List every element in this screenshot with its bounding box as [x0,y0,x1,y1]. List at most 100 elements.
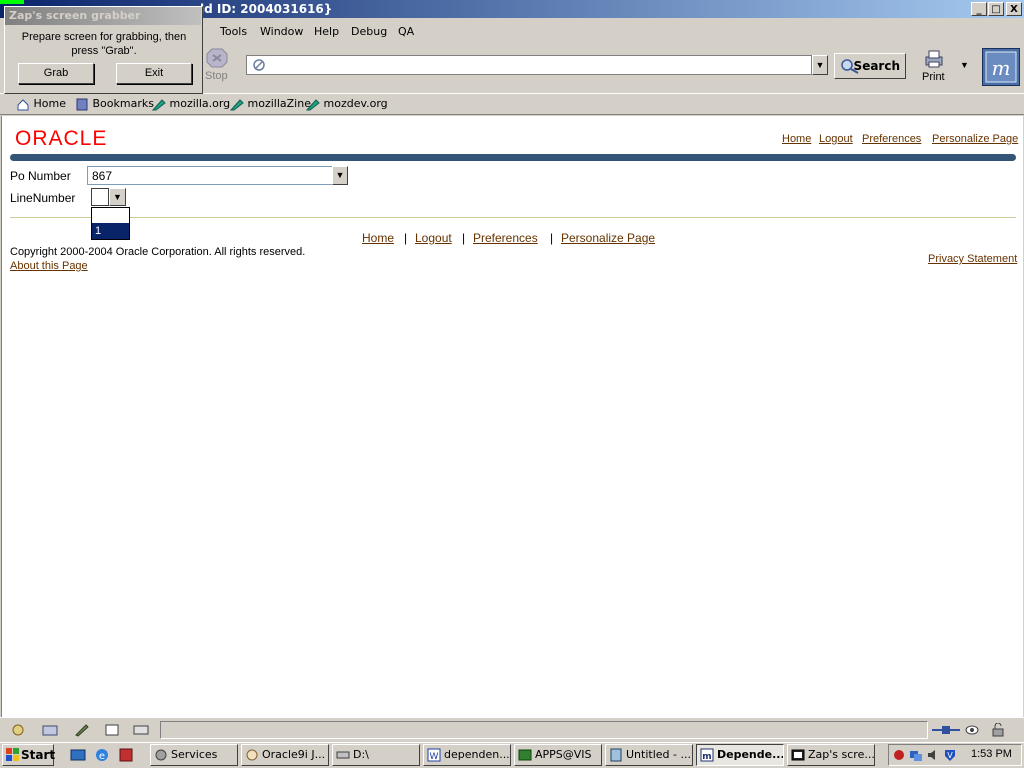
exit-button[interactable]: Exit [116,63,192,84]
online-status-icon[interactable] [932,723,960,737]
task-label: Depende... [717,748,784,761]
start-label: Start [21,748,56,762]
line-number-label: LineNumber [10,191,76,205]
task-d-drive[interactable]: D:\ [332,744,420,766]
notepad-icon [609,748,623,765]
address-book-icon[interactable] [104,723,120,737]
global-link-logout[interactable]: Logout [819,133,853,145]
task-label: D:\ [353,748,369,761]
internet-explorer-icon[interactable]: e [94,748,110,762]
bookmark-icon [305,97,320,111]
task-label: dependen... [444,748,510,761]
task-untitled[interactable]: Untitled - ... [605,744,693,766]
header-band [10,154,1016,161]
menu-debug[interactable]: Debug [351,25,387,38]
tray-app-icon[interactable] [892,748,906,765]
status-text-field [160,721,928,739]
maximize-button[interactable]: □ [988,2,1004,16]
print-icon[interactable] [922,48,946,70]
search-button[interactable]: Search [834,53,906,79]
bookmark-home-label: Home [33,97,66,110]
footer-separator: | [462,231,466,245]
quick-launch-app-icon[interactable] [118,748,134,762]
bookmark-mozdev-org[interactable]: mozdev.org [305,97,388,111]
show-desktop-icon[interactable] [70,748,86,762]
svg-text:e: e [99,751,105,762]
sqlplus-icon [518,748,532,765]
task-dependen[interactable]: W dependen... [423,744,511,766]
antivirus-icon[interactable]: V [943,748,957,765]
task-zaps-screen[interactable]: Zap's scre... [787,744,875,766]
chatzilla-icon[interactable] [133,723,149,737]
security-lock-icon[interactable] [990,722,1006,737]
volume-icon[interactable] [926,748,940,765]
minimize-button[interactable]: _ [971,2,987,16]
task-label: APPS@VIS [535,748,592,761]
clock[interactable]: 1:53 PM [971,748,1012,760]
task-label: Untitled - ... [626,748,691,761]
bookmark-mozilla-org-label: mozilla.org [169,97,231,110]
menu-qa[interactable]: QA [398,25,414,38]
menu-help[interactable]: Help [314,25,339,38]
copyright-text: Copyright 2000-2004 Oracle Corporation. … [10,246,306,258]
close-button[interactable]: X [1006,2,1022,16]
po-number-dropdown-button[interactable]: ▼ [332,166,348,185]
search-icon [839,58,861,82]
print-dropdown-icon[interactable]: ▼ [960,60,969,70]
network-icon[interactable] [909,748,923,765]
navigator-icon[interactable] [10,723,26,737]
footer-link-personalize-page[interactable]: Personalize Page [561,231,655,245]
stop-icon[interactable] [205,47,229,69]
bookmark-mozillazine[interactable]: mozillaZine [229,97,311,111]
url-dropdown-button[interactable]: ▼ [812,55,828,75]
task-services[interactable]: Services [150,744,238,766]
footer-link-home[interactable]: Home [362,231,394,245]
task-depende-active[interactable]: m Depende... [696,744,784,766]
bookmark-bookmarks[interactable]: Bookmarks [75,97,154,111]
po-number-value: 867 [92,169,113,183]
global-link-preferences[interactable]: Preferences [862,133,921,145]
content-divider [10,217,1016,218]
screen-grabber-icon [791,748,805,765]
system-tray: V 1:53 PM [888,744,1022,766]
privacy-statement-link[interactable]: Privacy Statement [928,253,1017,265]
url-input[interactable] [246,55,812,75]
drive-icon [336,748,350,765]
po-number-select[interactable]: 867 [87,166,333,185]
task-label: Zap's scre... [808,748,875,761]
grab-button[interactable]: Grab [18,63,94,84]
line-number-option-empty[interactable] [92,208,129,223]
cookie-icon[interactable] [964,723,980,737]
footer-separator: | [550,231,554,245]
page-content [1,116,1023,717]
bookmark-icon [151,97,166,111]
page-proxy-icon[interactable] [252,58,266,75]
line-number-select[interactable] [91,188,109,206]
task-label: Services [171,748,218,761]
word-icon: W [427,748,441,765]
dialog-title[interactable]: Zap's screen grabber [5,7,201,25]
bookmark-mozdev-org-label: mozdev.org [323,97,388,110]
footer-link-logout[interactable]: Logout [415,231,452,245]
throbber-icon[interactable]: m [982,48,1020,86]
task-apps-vis[interactable]: APPS@VIS [514,744,602,766]
mail-icon[interactable] [42,723,58,737]
bookmark-mozilla-org[interactable]: mozilla.org [151,97,231,111]
line-number-option-1[interactable]: 1 [92,223,129,239]
composer-icon[interactable] [74,723,90,737]
bookmark-bookmarks-label: Bookmarks [92,97,154,110]
bookmark-home[interactable]: Home [16,97,66,111]
svg-text:m: m [702,752,711,762]
menu-window[interactable]: Window [260,25,303,38]
footer-separator: | [404,231,408,245]
about-page-link[interactable]: About this Page [10,260,88,272]
task-oracle9i[interactable]: Oracle9i J... [241,744,329,766]
line-number-dropdown-button[interactable]: ▼ [109,188,126,206]
footer-link-preferences[interactable]: Preferences [473,231,538,245]
global-link-home[interactable]: Home [782,133,811,145]
start-button[interactable]: Start [2,744,56,766]
menu-tools[interactable]: Tools [220,25,247,38]
global-link-personalize-page[interactable]: Personalize Page [932,133,1018,145]
oracle-logo: ORACLE [15,127,108,150]
window-title: ld ID: 2004031616} [200,2,333,16]
